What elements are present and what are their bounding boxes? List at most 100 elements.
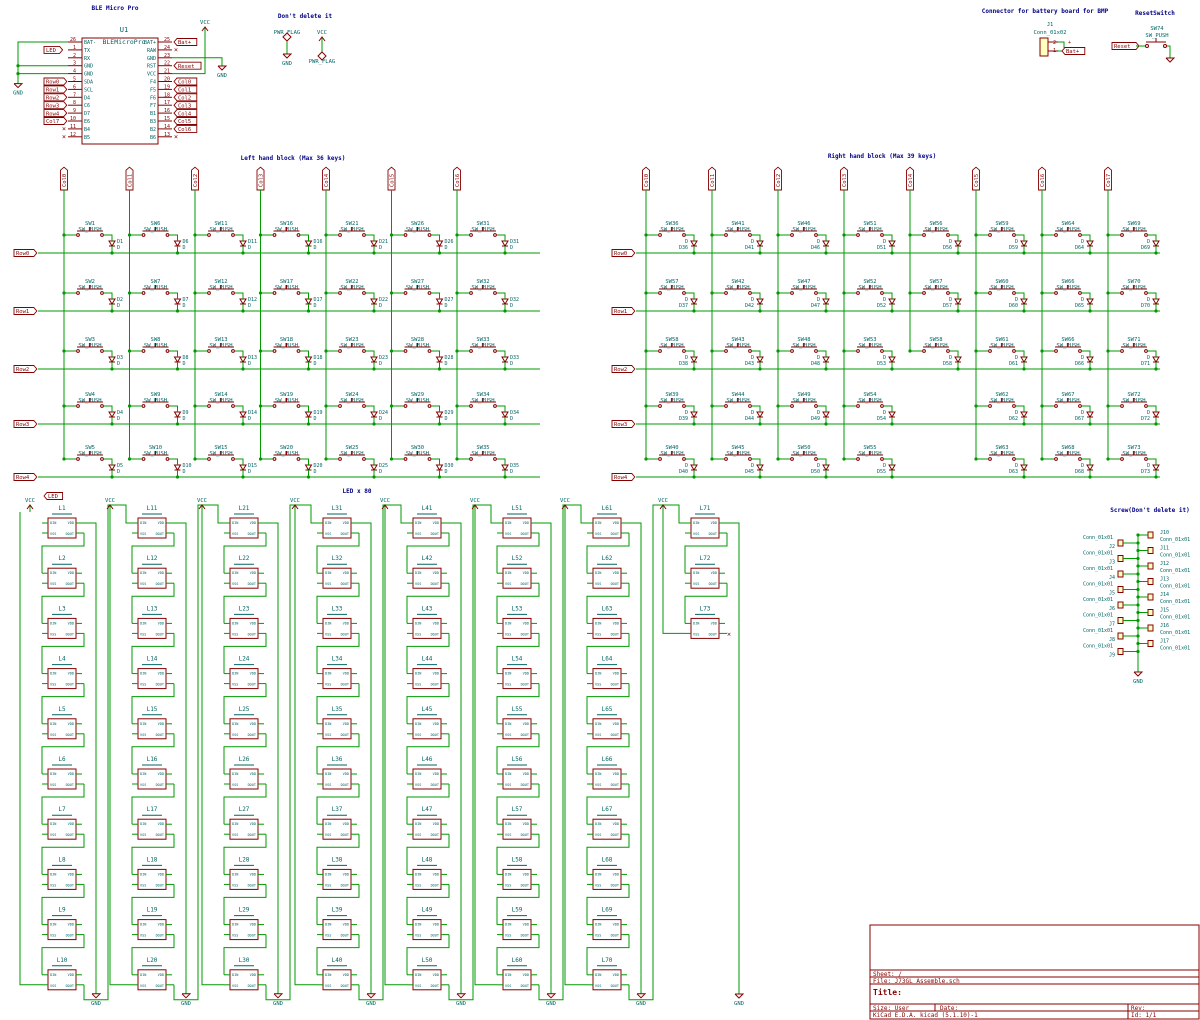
led-pin-name: VSS: [232, 532, 238, 536]
led-pin-name: VDD: [343, 672, 349, 676]
screw-value: Conn_01x01: [1160, 537, 1190, 543]
switch-contact: [1012, 233, 1016, 237]
junction-dot: [824, 367, 828, 371]
junction-dot: [110, 367, 114, 371]
switch-contact: [658, 457, 662, 461]
wire: [1082, 234, 1091, 237]
switch-contact: [207, 457, 211, 461]
led-pin-name: DIN: [595, 722, 601, 726]
wire: [818, 234, 827, 237]
led-pin-name: DIN: [595, 872, 601, 876]
net-label-text: Col0: [62, 174, 68, 187]
led-pin-name: DOUT: [66, 783, 75, 787]
led-pin-name: VSS: [415, 984, 421, 988]
diode-ref: D63: [1009, 469, 1018, 475]
wire: [201, 512, 224, 986]
diode-value: D: [183, 469, 186, 475]
led-ref: L53: [512, 605, 523, 612]
wire: [406, 884, 450, 925]
junction-dot: [758, 251, 762, 255]
led-pin-name: VDD: [343, 772, 349, 776]
net-label-text: Row3: [614, 422, 627, 428]
junction-dot: [372, 251, 376, 255]
wire: [496, 884, 540, 925]
led-pin-name: DIN: [595, 772, 601, 776]
wire: [366, 234, 375, 237]
mcu-pin-number: 2: [73, 53, 76, 59]
led-ref: L7: [58, 806, 66, 813]
junction-dot: [306, 422, 311, 426]
wire: [223, 683, 267, 724]
net-label-text: Col5: [390, 174, 396, 187]
net-label-text: Row4: [16, 475, 30, 481]
switch-contact: [493, 404, 497, 408]
pwr-flag-label: PWR_FLAG: [274, 30, 301, 36]
wire: [586, 683, 630, 724]
led-pin-name: VSS: [232, 783, 238, 787]
diode-ref: D70: [1141, 303, 1150, 309]
mcu-pin-name: B1: [150, 111, 156, 117]
diode-body: [501, 356, 509, 363]
led-pin-name: VDD: [250, 521, 256, 525]
led-pin-name: DOUT: [431, 984, 440, 988]
junction-dot: [890, 251, 894, 255]
led-pin-name: VDD: [68, 872, 74, 876]
junction-dot: [110, 422, 114, 426]
switch-contact: [100, 291, 104, 295]
switch-contact: [272, 291, 277, 295]
diode-ref: D72: [1141, 416, 1150, 422]
led-pin-name: VSS: [50, 733, 56, 737]
wire: [169, 405, 178, 408]
led-pin-name: DOUT: [431, 683, 440, 687]
net-label-text: Reset: [1114, 44, 1131, 50]
vcc-label: VCC: [200, 20, 210, 26]
wire: [586, 633, 630, 674]
screw-ref: J9: [1109, 653, 1115, 659]
switch-contact: [856, 404, 860, 408]
mcu-pin-name: SDA: [84, 80, 93, 86]
switch-contact: [296, 404, 301, 408]
junction-dot: [1088, 367, 1092, 371]
junction-dot: [241, 422, 245, 426]
led-pin-name: VDD: [711, 571, 717, 575]
led-pin-name: VSS: [140, 783, 146, 787]
led-pin-name: DIN: [693, 621, 699, 625]
led-pin-name: DOUT: [341, 883, 350, 887]
junction-dot: [372, 367, 376, 371]
wire: [41, 884, 85, 925]
wire: [41, 784, 85, 825]
led-ref: L49: [422, 907, 433, 914]
led-ref: L11: [147, 505, 158, 512]
led-pin-name: VSS: [415, 833, 421, 837]
switch-contact: [1120, 457, 1124, 461]
wire: [41, 533, 85, 574]
wire: [169, 350, 178, 353]
switch-contact: [231, 233, 235, 237]
led-pin-name: VSS: [325, 984, 331, 988]
led-chain: LED VCC L1 DIN VDD VSS DOUT L2 DIN VDD VSS DOUT L3 DI…: [19, 492, 745, 1007]
mcu-pin-name: B6: [150, 135, 156, 141]
wire: [316, 884, 360, 925]
led-ref: L46: [422, 756, 433, 763]
led-title: LED x 80: [343, 488, 372, 495]
diode-body: [888, 411, 896, 418]
wire: [496, 934, 540, 975]
junction-dot: [890, 367, 894, 371]
gnd-symbol: [1165, 57, 1176, 63]
diode-value: D: [510, 303, 513, 309]
diode-body: [822, 298, 830, 305]
wire: [223, 633, 267, 674]
led-pin-name: VDD: [613, 923, 619, 927]
led-pin-name: DIN: [693, 571, 699, 575]
junction-dot: [1088, 309, 1092, 313]
junction-dot: [175, 251, 180, 255]
diode-ref: D53: [877, 361, 886, 367]
net-label-text: Col7: [46, 119, 59, 125]
diode-ref: D50: [811, 469, 820, 475]
led-pin-name: VSS: [50, 883, 56, 887]
junction-dot: [824, 422, 828, 426]
led-pin-name: VSS: [50, 833, 56, 837]
reset-title: ResetSwitch: [1135, 10, 1175, 17]
led-pin-name: DOUT: [248, 934, 257, 938]
switch-contact: [814, 457, 818, 461]
